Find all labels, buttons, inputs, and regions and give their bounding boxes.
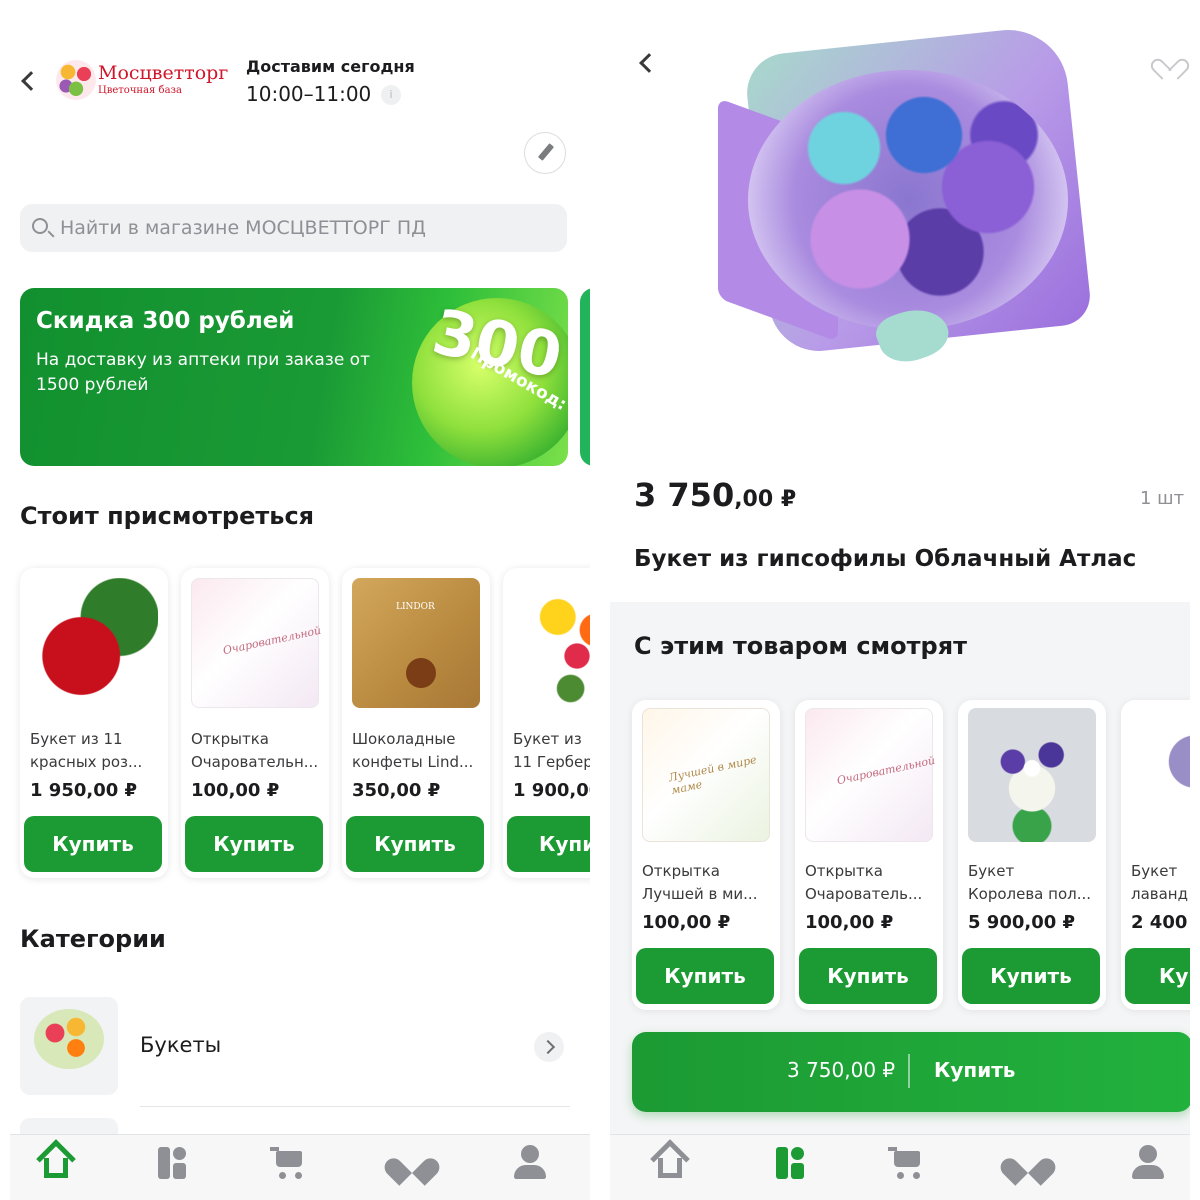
catalog-icon[interactable] xyxy=(768,1143,812,1183)
buy-button[interactable]: Купить xyxy=(24,816,162,872)
store-subtitle: Цветочная база xyxy=(98,85,182,96)
delivery-time[interactable]: 10:00–11:00 xyxy=(246,82,371,106)
related-product-card[interactable]: Букет Королева пол... 5 900,00 ₽ Купить xyxy=(958,700,1106,1010)
product-price: 350,00 ₽ xyxy=(352,780,441,801)
chevron-right-icon xyxy=(534,1032,564,1062)
product-quantity: 1 шт xyxy=(1140,488,1185,509)
related-title: С этим товаром смотрят xyxy=(634,632,968,660)
product-image-queen-bouquet xyxy=(968,708,1096,842)
product-name: Открытка Очаровательн... xyxy=(191,730,319,771)
category-label: Букеты xyxy=(140,1033,222,1057)
next-promo-banner[interactable] xyxy=(580,288,590,466)
product-name: Букет из 11 красных роз... xyxy=(30,730,143,771)
product-image-gerberas xyxy=(513,578,590,708)
product-name: Букет лаванд xyxy=(1131,862,1188,903)
flower-logo-icon xyxy=(56,60,96,100)
catalog-icon[interactable] xyxy=(150,1143,194,1183)
profile-icon[interactable] xyxy=(1126,1143,1170,1183)
profile-icon[interactable] xyxy=(508,1143,552,1183)
info-icon[interactable]: i xyxy=(381,85,401,105)
product-card[interactable]: LINDOR Шоколадные конфеты Lind... 350,00… xyxy=(342,568,490,878)
product-image-greeting-card: Очаровательной xyxy=(805,708,937,842)
back-chevron-icon[interactable] xyxy=(639,53,659,73)
search-input[interactable]: Найти в магазине МОСЦВЕТТОРГ ПД xyxy=(20,204,567,252)
store-home-screen: Мосцветторг Цветочная база Доставим сего… xyxy=(10,0,590,1200)
add-to-cart-button[interactable]: 3 750,00 ₽ Купить xyxy=(632,1032,1190,1112)
related-product-card[interactable]: Лучшей в мире маме Открытка Лучшей в ми.… xyxy=(632,700,780,1010)
divider xyxy=(140,1106,570,1107)
home-icon[interactable] xyxy=(648,1139,692,1183)
product-card[interactable]: Букет из 11 красных роз... 1 950,00 ₽ Ку… xyxy=(20,568,168,878)
tab-bar xyxy=(610,1134,1190,1200)
back-chevron-icon[interactable] xyxy=(21,71,41,91)
buy-button[interactable]: Ку xyxy=(1125,948,1190,1004)
buy-button[interactable]: Купить xyxy=(636,948,774,1004)
buy-bar-separator xyxy=(908,1054,910,1088)
pencil-icon xyxy=(537,143,555,161)
product-title: Букет из гипсофилы Облачный Атлас xyxy=(634,546,1137,572)
buy-button[interactable]: Купи xyxy=(507,816,590,872)
promo-banner[interactable]: Скидка 300 рублей На доставку из аптеки … xyxy=(20,288,568,466)
product-card[interactable]: Букет из 11 Гербер 1 900,00 Купи xyxy=(503,568,590,878)
buy-button[interactable]: Купить xyxy=(185,816,323,872)
delivery-label: Доставим сегодня xyxy=(246,57,415,76)
related-product-card[interactable]: Очаровательной Открытка Очарователь... 1… xyxy=(795,700,943,1010)
cart-icon[interactable] xyxy=(886,1143,930,1183)
favorite-heart-icon[interactable] xyxy=(1147,46,1190,80)
product-price: 2 400 xyxy=(1131,912,1188,933)
favorites-icon[interactable] xyxy=(380,1143,444,1186)
product-image-greeting-card-mom: Лучшей в мире маме xyxy=(642,708,770,842)
card-script-text: Очаровательной xyxy=(221,623,323,658)
product-price: 100,00 ₽ xyxy=(191,780,280,801)
buy-bar-label: Купить xyxy=(934,1058,1016,1082)
search-icon xyxy=(32,218,48,234)
buy-bar-price: 3 750,00 ₽ xyxy=(787,1058,896,1082)
product-detail-screen: 3 750,00 ₽ 1 шт Букет из гипсофилы Облач… xyxy=(610,0,1190,1200)
product-name: Букет Королева пол... xyxy=(968,862,1092,903)
product-price: 100,00 ₽ xyxy=(642,912,731,933)
card-script-text: Очаровательной xyxy=(835,753,937,788)
promo-text: На доставку из аптеки при заказе от 1500… xyxy=(36,350,370,395)
bouquet-category-image xyxy=(20,997,118,1095)
buy-button[interactable]: Купить xyxy=(799,948,937,1004)
cart-icon[interactable] xyxy=(268,1143,312,1183)
choco-ball-icon xyxy=(406,658,436,688)
choco-brand-text: LINDOR xyxy=(396,602,435,612)
promo-title: Скидка 300 рублей xyxy=(36,308,295,334)
buy-button[interactable]: Купить xyxy=(962,948,1100,1004)
card-script-text: Лучшей в мире маме xyxy=(667,753,758,798)
recommended-title: Стоит присмотреться xyxy=(20,502,315,530)
product-name: Букет из 11 Гербер xyxy=(513,730,590,771)
product-image-roses xyxy=(30,578,158,708)
home-icon[interactable] xyxy=(34,1139,78,1183)
product-price: 3 750,00 ₽ xyxy=(634,476,797,514)
product-image-greeting-card: Очаровательной xyxy=(191,578,323,708)
buy-button[interactable]: Купить xyxy=(346,816,484,872)
product-name: Шоколадные конфеты Lind... xyxy=(352,730,474,771)
related-product-card[interactable]: Букет лаванд 2 400 Ку xyxy=(1121,700,1190,1010)
category-item-bouquets[interactable]: Букеты xyxy=(20,997,570,1097)
tab-bar xyxy=(10,1134,590,1200)
categories-title: Категории xyxy=(20,925,166,953)
store-logo: Мосцветторг Цветочная база xyxy=(56,60,229,104)
store-name: Мосцветторг xyxy=(98,62,229,84)
favorites-icon[interactable] xyxy=(996,1143,1060,1186)
edit-address-button[interactable] xyxy=(524,132,566,174)
product-price: 5 900,00 ₽ xyxy=(968,912,1076,933)
product-price: 100,00 ₽ xyxy=(805,912,894,933)
product-name: Открытка Лучшей в ми... xyxy=(642,862,758,903)
product-name: Открытка Очарователь... xyxy=(805,862,923,903)
product-price: 1 900,00 xyxy=(513,780,590,801)
product-image-chocolates: LINDOR xyxy=(352,578,480,708)
product-card[interactable]: Очаровательной Открытка Очаровательн... … xyxy=(181,568,329,878)
product-image-gypsophila-bouquet xyxy=(718,24,1098,390)
search-placeholder: Найти в магазине МОСЦВЕТТОРГ ПД xyxy=(60,217,426,239)
product-image-lavender-bouquet xyxy=(1131,708,1190,842)
product-price: 1 950,00 ₽ xyxy=(30,780,138,801)
